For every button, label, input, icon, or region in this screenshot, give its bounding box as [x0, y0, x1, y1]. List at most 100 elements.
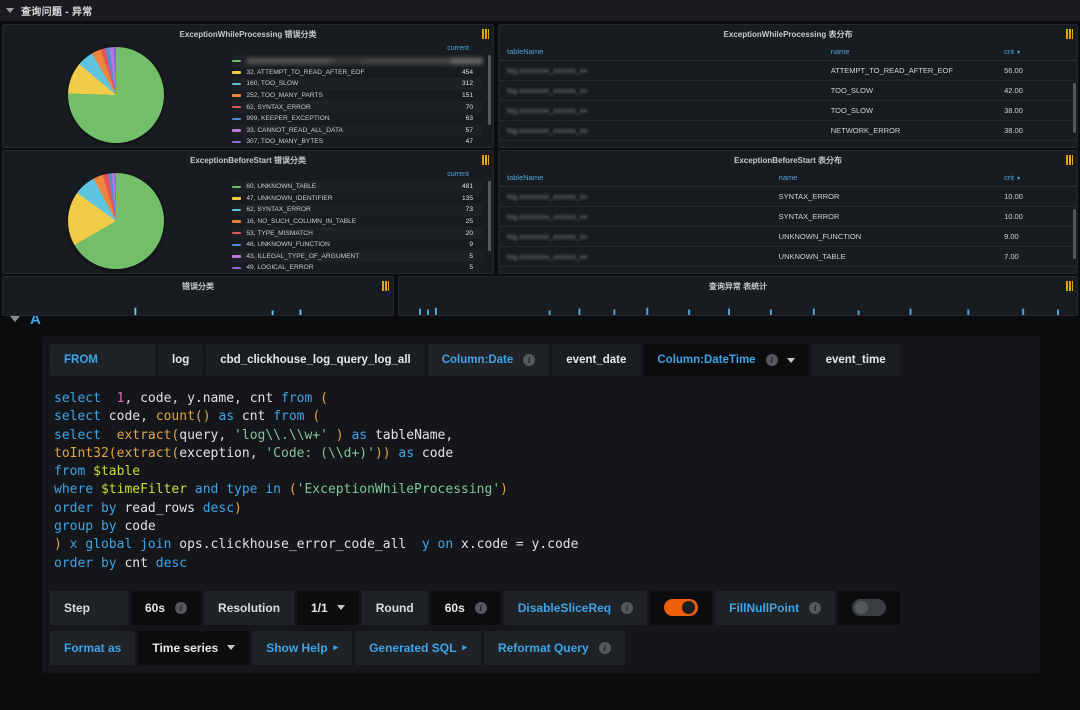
column-header-tableName[interactable]: tableName: [499, 169, 771, 187]
column-datetime-value[interactable]: event_time: [812, 344, 900, 376]
column-header-cnt[interactable]: cnt▾: [996, 169, 1077, 187]
column-header-tableName[interactable]: tableName: [499, 43, 823, 61]
fill-null-point-toggle-cell[interactable]: [838, 591, 900, 625]
disable-slice-req-label[interactable]: DisableSliceReq i: [504, 591, 647, 625]
info-icon[interactable]: i: [475, 602, 487, 614]
panel-header[interactable]: ExceptionBeforeStart 表分布: [499, 151, 1077, 169]
legend-item-label: 53, TYPE_MISMATCH: [246, 230, 449, 237]
round-label[interactable]: Round: [362, 591, 428, 625]
legend-color-swatch: [232, 60, 241, 63]
panel-header[interactable]: ExceptionBeforeStart 错误分类: [3, 151, 493, 169]
chevron-down-icon[interactable]: [6, 8, 14, 13]
legend-item[interactable]: 999, KEEPER_EXCEPTION63: [232, 113, 483, 125]
table-row[interactable]: log.xxxxxxxx_xxxxxx_xxUNKNOWN_TABLE7.00: [499, 247, 1077, 267]
legend-item-value: 57: [449, 127, 483, 134]
legend-value-header[interactable]: current: [232, 171, 483, 181]
table-scrollbar[interactable]: [1073, 83, 1076, 133]
format-as-select[interactable]: Time series: [138, 631, 249, 665]
sql-line: where $timeFilter and type in ('Exceptio…: [54, 481, 1040, 499]
table-row[interactable]: log.xxxxxxxx_xxxxxx_xxSYNTAX_ERROR10.00: [499, 207, 1077, 227]
format-as-label[interactable]: Format as: [50, 631, 135, 665]
legend-item[interactable]: 62, SYNTAX_ERROR73: [232, 204, 483, 216]
legend-item[interactable]: 53, TYPE_MISMATCH20: [232, 227, 483, 239]
column-date-label[interactable]: Column:Date i: [428, 344, 550, 376]
database-select[interactable]: log: [158, 344, 203, 376]
legend-value-header[interactable]: current: [232, 45, 483, 55]
chevron-down-icon[interactable]: [787, 358, 795, 363]
chevron-down-icon[interactable]: [227, 645, 235, 650]
table-row[interactable]: log.xxxxxxxx_xxxxxx_xxTOO_SLOW42.00: [499, 81, 1077, 101]
disable-slice-req-toggle-cell[interactable]: [650, 591, 712, 625]
info-icon[interactable]: i: [621, 602, 633, 614]
legend-item[interactable]: 33, CANNOT_READ_ALL_DATA57: [232, 125, 483, 137]
panel-header[interactable]: 查询异常 表统计: [399, 277, 1077, 295]
table-row[interactable]: log.xxxxxxxx_xxxxxx_xxNETWORK_ERROR38.00: [499, 121, 1077, 141]
generated-sql-button[interactable]: Generated SQL ▸: [355, 631, 481, 665]
info-icon[interactable]: i: [766, 354, 778, 366]
legend-scrollbar[interactable]: [488, 181, 491, 251]
legend-item[interactable]: 307, TOO_MANY_BYTES47: [232, 136, 483, 147]
column-header-cnt[interactable]: cnt▾: [996, 43, 1077, 61]
round-value[interactable]: 60s i: [431, 591, 501, 625]
info-icon[interactable]: i: [599, 642, 611, 654]
panel-menu-icon[interactable]: [382, 281, 389, 291]
info-icon[interactable]: i: [523, 354, 535, 366]
legend-scrollbar[interactable]: [488, 55, 491, 125]
fill-null-point-toggle[interactable]: [852, 599, 886, 616]
dashboard-row-header[interactable]: 查询问题 - 异常: [0, 0, 1080, 22]
column-date-value[interactable]: event_date: [552, 344, 640, 376]
panel-menu-icon[interactable]: [1066, 29, 1073, 39]
data-table: tableNamenamecnt▾log.xxxxxxxx_xxxxxx_xxS…: [499, 169, 1077, 274]
info-icon[interactable]: i: [809, 602, 821, 614]
show-help-button[interactable]: Show Help ▸: [252, 631, 352, 665]
legend-item[interactable]: 62, SYNTAX_ERROR70: [232, 101, 483, 113]
chevron-down-icon[interactable]: [337, 605, 345, 610]
cell-name: TOO_SLOW: [823, 101, 996, 121]
legend-item[interactable]: ███████████████: [232, 55, 483, 67]
legend-item[interactable]: 46, UNKNOWN_FUNCTION9: [232, 239, 483, 251]
reformat-query-button[interactable]: Reformat Query i: [484, 631, 625, 665]
info-icon[interactable]: i: [175, 602, 187, 614]
column-header-name[interactable]: name: [771, 169, 996, 187]
table-row[interactable]: log.xxxxxxxx_xxxxxx_xxTOO_SLOW38.00: [499, 101, 1077, 121]
legend-color-swatch: [232, 232, 241, 235]
fill-null-point-text: FillNullPoint: [729, 601, 799, 615]
legend-item[interactable]: 16, NO_SUCH_COLUMN_IN_TABLE25: [232, 216, 483, 228]
legend-item[interactable]: 47, UNKNOWN_IDENTIFIER135: [232, 193, 483, 205]
panel-header[interactable]: ExceptionWhileProcessing 错误分类: [3, 25, 493, 43]
panel-menu-icon[interactable]: [482, 29, 489, 39]
legend-item[interactable]: 32, ATTEMPT_TO_READ_AFTER_EOF454: [232, 67, 483, 79]
resolution-value[interactable]: 1/1: [297, 591, 359, 625]
legend-item[interactable]: 49, LOGICAL_ERROR5: [232, 262, 483, 273]
panel-menu-icon[interactable]: [1066, 155, 1073, 165]
from-label[interactable]: FROM: [50, 344, 155, 376]
column-header-name[interactable]: name: [823, 43, 996, 61]
step-label[interactable]: Step: [50, 591, 128, 625]
step-value-text: 60s: [145, 601, 165, 615]
legend-item[interactable]: 160, TOO_SLOW312: [232, 78, 483, 90]
table-row[interactable]: log.xxxxxxxx_xxxxxx_xxSYNTAX_ERROR10.00: [499, 187, 1077, 207]
table-scrollbar[interactable]: [1073, 209, 1076, 259]
panel-menu-icon[interactable]: [482, 155, 489, 165]
fill-null-point-label[interactable]: FillNullPoint i: [715, 591, 835, 625]
legend-item[interactable]: 43, ILLEGAL_TYPE_OF_ARGUMENT5: [232, 251, 483, 263]
panel-menu-icon[interactable]: [1066, 281, 1073, 291]
step-value[interactable]: 60s i: [131, 591, 201, 625]
panel-header[interactable]: ExceptionWhileProcessing 表分布: [499, 25, 1077, 43]
resolution-label[interactable]: Resolution: [204, 591, 294, 625]
table-row[interactable]: log.xxxxxxxx_xxxxxx_xxATTEMPT_TO_READ_AF…: [499, 141, 1077, 149]
legend-item[interactable]: 60, UNKNOWN_TABLE481: [232, 181, 483, 193]
sql-code-editor[interactable]: select 1, code, y.name, cnt from (select…: [42, 376, 1040, 585]
table-select[interactable]: cbd_clickhouse_log_query_log_all: [206, 344, 424, 376]
cell-cnt: 9.00: [996, 227, 1077, 247]
disable-slice-req-toggle[interactable]: [664, 599, 698, 616]
chevron-down-icon[interactable]: [10, 316, 20, 322]
panel-header[interactable]: 错误分类: [3, 277, 393, 295]
table-row[interactable]: log.xxxxxxxx_xxxxxx_xxUNKNOWN_TABLE6.00: [499, 267, 1077, 275]
table-row[interactable]: log.xxxxxxxx_xxxxxx_xxATTEMPT_TO_READ_AF…: [499, 61, 1077, 81]
legend-color-swatch: [232, 209, 241, 212]
column-datetime-label[interactable]: Column:DateTime i: [643, 344, 808, 376]
table-row[interactable]: log.xxxxxxxx_xxxxxx_xxUNKNOWN_FUNCTION9.…: [499, 227, 1077, 247]
legend-item[interactable]: 252, TOO_MANY_PARTS151: [232, 90, 483, 102]
cell-name: SYNTAX_ERROR: [771, 207, 996, 227]
